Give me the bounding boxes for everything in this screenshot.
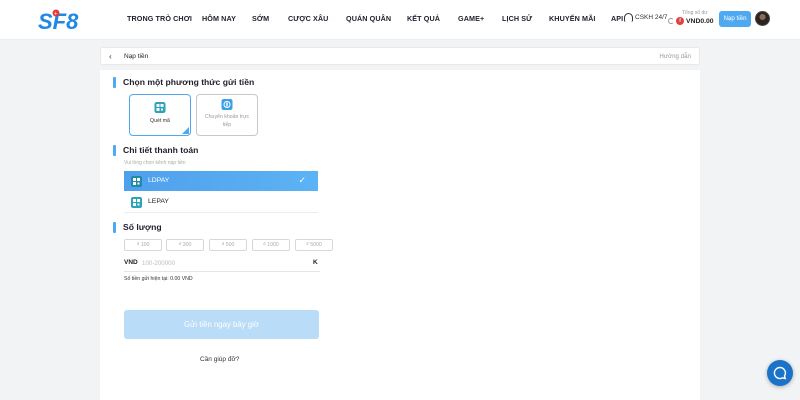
nav-item-outright[interactable]: QUÁN QUÂN <box>346 14 391 23</box>
nav-item-game-plus[interactable]: GAME+ <box>458 14 484 23</box>
guide-link[interactable]: Hướng dẫn <box>659 53 691 60</box>
currency-label: VND <box>124 259 138 266</box>
page-subheader: ‹ Nạp tiền Hướng dẫn <box>100 47 700 65</box>
nav-item-in-play[interactable]: TRONG TRÒ CHƠI <box>127 14 192 23</box>
amount-chip[interactable]: ₫ 1000 <box>252 239 290 251</box>
amount-unit-label: K <box>313 259 318 266</box>
balance-label: Tổng số dư <box>682 10 708 16</box>
currency-coin-icon: ₫ <box>676 17 684 25</box>
back-chevron-icon[interactable]: ‹ <box>109 52 112 61</box>
nav-item-promotions[interactable]: KHUYẾN MÃI <box>549 14 596 23</box>
divider <box>124 212 318 213</box>
method-section-title: Chọn một phương thức gửi tiền <box>113 77 254 88</box>
headset-icon <box>624 13 633 22</box>
svg-text:+: + <box>54 12 58 18</box>
amount-chip[interactable]: ₫ 100 <box>124 239 162 251</box>
channel-hint: Vui lòng chọn kênh nạp tiền <box>124 160 186 166</box>
support-label: CSKH 24/7 <box>635 14 668 21</box>
amount-chip[interactable]: ₫ 5000 <box>295 239 333 251</box>
method-label-scan-qr: Quét mã <box>150 118 170 124</box>
chat-bubble-icon <box>773 366 787 380</box>
checkmark-icon: ✓ <box>298 175 306 185</box>
nav-item-parlay[interactable]: CƯỢC XÂU <box>288 14 328 23</box>
top-header: SF8 + TRONG TRÒ CHƠI HÔM NAY SỚM CƯỢC XÂ… <box>0 0 800 40</box>
amount-input[interactable] <box>142 257 292 269</box>
submit-deposit-button[interactable]: Gửi tiền ngay bây giờ <box>124 310 319 339</box>
method-card-bank-transfer[interactable]: Chuyển khoản trực tiếp <box>196 94 258 136</box>
method-card-scan-qr[interactable]: Quét mã <box>129 94 191 136</box>
nav-item-today[interactable]: HÔM NAY <box>202 14 236 23</box>
bank-transfer-icon <box>221 99 233 110</box>
user-avatar[interactable] <box>755 11 770 26</box>
qr-scan-icon <box>154 102 166 113</box>
help-link[interactable]: Cần giúp đỡ? <box>200 356 239 363</box>
method-label-bank-transfer-line2: tiếp <box>222 122 232 128</box>
payment-section-title: Chi tiết thanh toán <box>113 145 198 156</box>
nav-item-api[interactable]: API <box>611 14 623 23</box>
provider-label-ldpay: LDPAY <box>148 177 170 184</box>
deposit-panel: Chọn một phương thức gửi tiền Quét mã Ch… <box>100 70 700 400</box>
nav-item-results[interactable]: KẾT QUẢ <box>407 14 440 23</box>
lepay-logo-icon <box>131 197 142 208</box>
nav-item-history[interactable]: LỊCH SỬ <box>502 14 532 23</box>
amount-section-title: Số lượng <box>113 222 162 233</box>
provider-label-lepay: LEPAY <box>148 198 169 205</box>
current-deposit-amount: Số tiền gửi hiện tại: 0.00 VND <box>124 276 193 282</box>
amount-chip[interactable]: ₫ 500 <box>209 239 247 251</box>
provider-option-lepay[interactable]: LEPAY <box>124 192 318 212</box>
page-title: Nạp tiền <box>124 53 149 60</box>
amount-input-underline <box>124 271 320 272</box>
selected-corner-check-icon <box>182 127 189 134</box>
method-label-bank-transfer-line1: Chuyển khoản trực <box>204 114 250 120</box>
live-chat-button[interactable] <box>767 360 793 386</box>
ldpay-logo-icon <box>131 176 142 187</box>
support-link[interactable]: CSKH 24/7 <box>624 13 668 22</box>
deposit-button[interactable]: Nạp tiền <box>719 11 751 27</box>
amount-chip[interactable]: ₫ 300 <box>166 239 204 251</box>
nav-item-early[interactable]: SỚM <box>252 14 269 23</box>
refresh-icon[interactable] <box>668 18 674 24</box>
provider-option-ldpay[interactable]: LDPAY ✓ <box>124 171 318 191</box>
brand-logo[interactable]: SF8 + <box>38 8 100 32</box>
balance-value: VND0.00 <box>686 17 714 25</box>
